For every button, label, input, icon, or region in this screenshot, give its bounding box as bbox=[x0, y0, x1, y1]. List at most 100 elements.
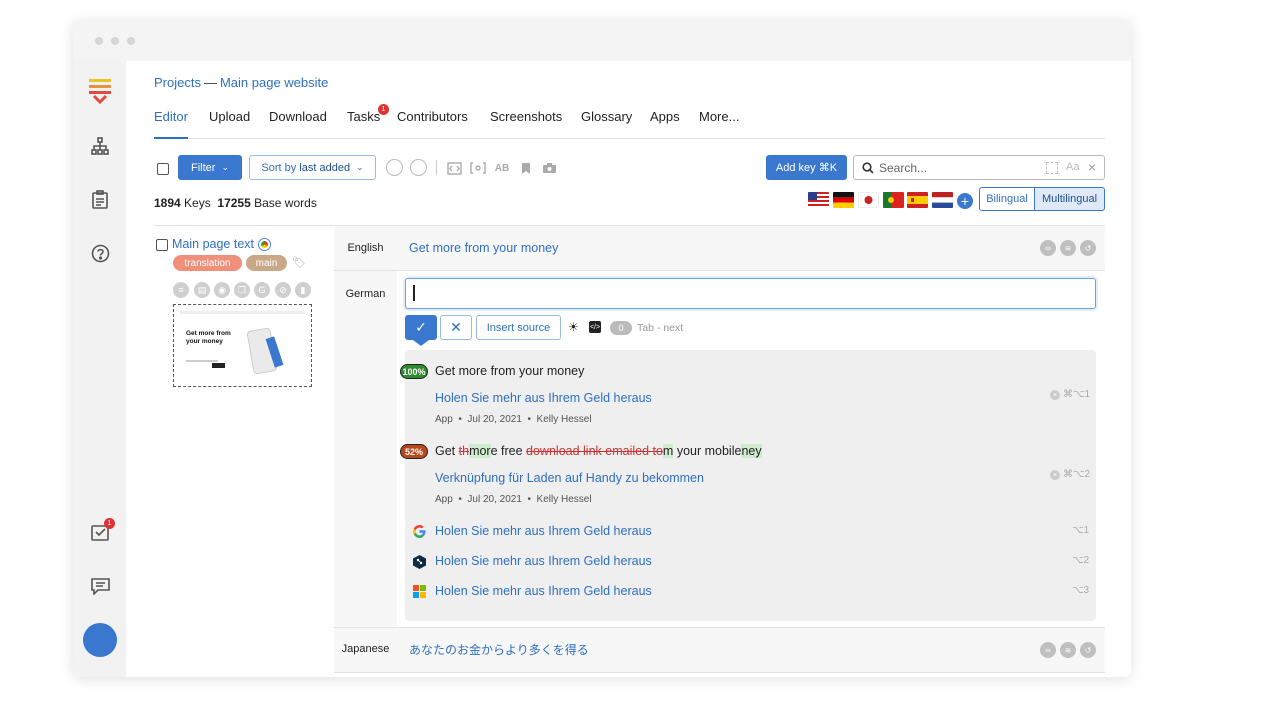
history-icon[interactable]: ↺ bbox=[1080, 642, 1096, 658]
tm-translation[interactable]: Holen Sie mehr aus Ihrem Geld heraus bbox=[435, 391, 652, 405]
dismiss-suggestion-icon[interactable]: × bbox=[1050, 470, 1060, 480]
hierarchy-icon[interactable] bbox=[87, 133, 113, 159]
mt-translation-microsoft[interactable]: Holen Sie mehr aus Ihrem Geld heraus bbox=[435, 584, 652, 598]
app-logo-icon[interactable] bbox=[87, 78, 113, 104]
tag-translation[interactable]: translation bbox=[173, 255, 242, 271]
bulk-action-icon[interactable] bbox=[386, 159, 403, 176]
confirm-button[interactable]: ✓ bbox=[405, 315, 437, 340]
chevron-down-icon: ⌄ bbox=[356, 162, 364, 172]
bookmark-icon[interactable] bbox=[518, 160, 534, 176]
bilingual-toggle[interactable]: Bilingual bbox=[979, 187, 1035, 211]
tab-label: Glossary bbox=[581, 109, 633, 124]
tab-screenshots[interactable]: Screenshots bbox=[490, 109, 562, 124]
tab-label: Tasks bbox=[347, 109, 381, 124]
code-tag-icon[interactable]: </> bbox=[589, 321, 601, 333]
insert-source-button[interactable]: Insert source bbox=[476, 315, 561, 340]
waves-icon[interactable]: ≋ bbox=[1060, 642, 1076, 658]
mt-translation-google[interactable]: Holen Sie mehr aus Ihrem Geld heraus bbox=[435, 524, 652, 538]
row-divider bbox=[334, 672, 1105, 673]
spellcheck-icon[interactable]: AB bbox=[494, 160, 510, 176]
flag-de-icon[interactable] bbox=[833, 192, 854, 208]
add-language-icon[interactable]: + bbox=[957, 193, 973, 209]
filter-button[interactable]: Filter ⌄ bbox=[178, 155, 242, 180]
key-checkbox[interactable] bbox=[156, 239, 168, 251]
flag-us-icon[interactable] bbox=[808, 192, 829, 208]
japanese-translation-text[interactable]: あなたのお金からより多くを得る bbox=[409, 641, 589, 658]
tab-label: Screenshots bbox=[490, 109, 563, 124]
german-translation-input[interactable] bbox=[405, 278, 1096, 309]
multilingual-toggle[interactable]: Multilingual bbox=[1034, 187, 1105, 211]
tm-meta-app: App bbox=[435, 414, 453, 425]
tm-translation[interactable]: Verknüpfung für Laden auf Handy zu bekom… bbox=[435, 471, 704, 485]
tab-upload[interactable]: Upload bbox=[209, 109, 250, 124]
notes-icon[interactable]: ▤ bbox=[194, 282, 210, 298]
history-icon[interactable]: ↺ bbox=[1080, 240, 1096, 256]
tm-source-text: Get more from your money bbox=[435, 364, 585, 378]
breadcrumb-separator: — bbox=[203, 75, 217, 90]
comments-icon[interactable] bbox=[87, 573, 113, 599]
key-stats: 1894 Keys 17255 Base words bbox=[154, 196, 317, 210]
help-icon[interactable] bbox=[87, 240, 113, 266]
tag-icon[interactable]: 🏷 bbox=[292, 256, 306, 269]
glasses-icon[interactable]: ∞ bbox=[1040, 240, 1056, 256]
tm-meta-author: Kelly Hessel bbox=[536, 414, 592, 425]
copy-icon[interactable] bbox=[410, 159, 427, 176]
tm-meta-date: Jul 20, 2021 bbox=[467, 414, 522, 425]
tasks-icon[interactable]: 1 bbox=[87, 518, 115, 545]
tab-glossary[interactable]: Glossary bbox=[581, 109, 632, 124]
hide-icon[interactable]: ⊘ bbox=[275, 282, 291, 298]
comment-icon[interactable]: ≡ bbox=[173, 282, 189, 298]
close-icon[interactable]: × bbox=[1088, 159, 1096, 175]
google-translate-icon[interactable]: G bbox=[254, 282, 270, 298]
tab-contributors[interactable]: Contributors bbox=[397, 109, 468, 124]
key-screenshot[interactable]: Get more from your money bbox=[173, 304, 312, 387]
search-input[interactable]: Search... bbox=[879, 161, 927, 175]
tag-main[interactable]: main bbox=[246, 255, 287, 271]
screenshot-navbar bbox=[180, 311, 305, 314]
editor-toolbar: Filter ⌄ Sort by last added ⌄ AB Add key… bbox=[154, 155, 1105, 181]
flag-jp-icon[interactable] bbox=[858, 192, 879, 208]
select-all-checkbox[interactable] bbox=[157, 163, 169, 175]
match-case-icon[interactable]: Aa bbox=[1066, 161, 1079, 173]
avatar[interactable] bbox=[83, 623, 117, 657]
english-source-text[interactable]: Get more from your money bbox=[409, 241, 558, 255]
tab-more[interactable]: More... bbox=[699, 109, 739, 124]
tab-tasks[interactable]: Tasks 1 bbox=[347, 104, 389, 124]
sort-dropdown[interactable]: Sort by last added ⌄ bbox=[249, 155, 376, 180]
tab-download[interactable]: Download bbox=[269, 109, 327, 124]
key-name[interactable]: Main page text bbox=[172, 237, 254, 251]
key-filter-icon[interactable] bbox=[1046, 162, 1058, 174]
mt-shortcut: ⌥2 bbox=[1072, 555, 1090, 566]
delete-icon[interactable]: ▮ bbox=[295, 282, 311, 298]
sort-value: last added bbox=[299, 161, 351, 174]
flag-pt-icon[interactable] bbox=[883, 192, 904, 208]
code-icon[interactable] bbox=[446, 160, 462, 176]
cancel-button[interactable]: ✕ bbox=[440, 315, 472, 340]
dismiss-suggestion-icon[interactable]: × bbox=[1050, 390, 1060, 400]
breadcrumb-project-link[interactable]: Main page website bbox=[220, 75, 328, 90]
glasses-icon[interactable]: ∞ bbox=[1040, 642, 1056, 658]
add-key-button[interactable]: Add key ⌘K bbox=[766, 155, 847, 180]
camera-icon[interactable] bbox=[541, 160, 557, 176]
mt-translation-deepl[interactable]: Holen Sie mehr aus Ihrem Geld heraus bbox=[435, 554, 652, 568]
tasks-badge: 1 bbox=[104, 518, 115, 529]
tab-label: Editor bbox=[154, 109, 188, 124]
clipboard-icon[interactable] bbox=[87, 186, 113, 212]
flag-nl-icon[interactable] bbox=[932, 192, 953, 208]
text-cursor bbox=[413, 285, 415, 301]
screenshot-button bbox=[212, 363, 225, 368]
tab-apps[interactable]: Apps bbox=[650, 109, 680, 124]
brightness-icon[interactable]: ☀ bbox=[568, 320, 579, 334]
flag-es-icon[interactable] bbox=[907, 192, 928, 208]
main-area: Projects — Main page website Editor Upload… bbox=[126, 61, 1131, 677]
placeholder-icon[interactable] bbox=[470, 160, 486, 176]
tab-label: Apps bbox=[650, 109, 680, 124]
breadcrumb-projects-link[interactable]: Projects bbox=[154, 75, 201, 90]
tm-meta: App • Jul 20, 2021 • Kelly Hessel bbox=[435, 494, 592, 505]
duplicate-icon[interactable]: ❐ bbox=[234, 282, 250, 298]
screenshot-icon[interactable]: ◉ bbox=[214, 282, 230, 298]
tab-editor[interactable]: Editor bbox=[154, 109, 188, 124]
mt-shortcut: ⌥1 bbox=[1072, 525, 1090, 536]
waves-icon[interactable]: ≋ bbox=[1060, 240, 1076, 256]
tab-label: Contributors bbox=[397, 109, 468, 124]
